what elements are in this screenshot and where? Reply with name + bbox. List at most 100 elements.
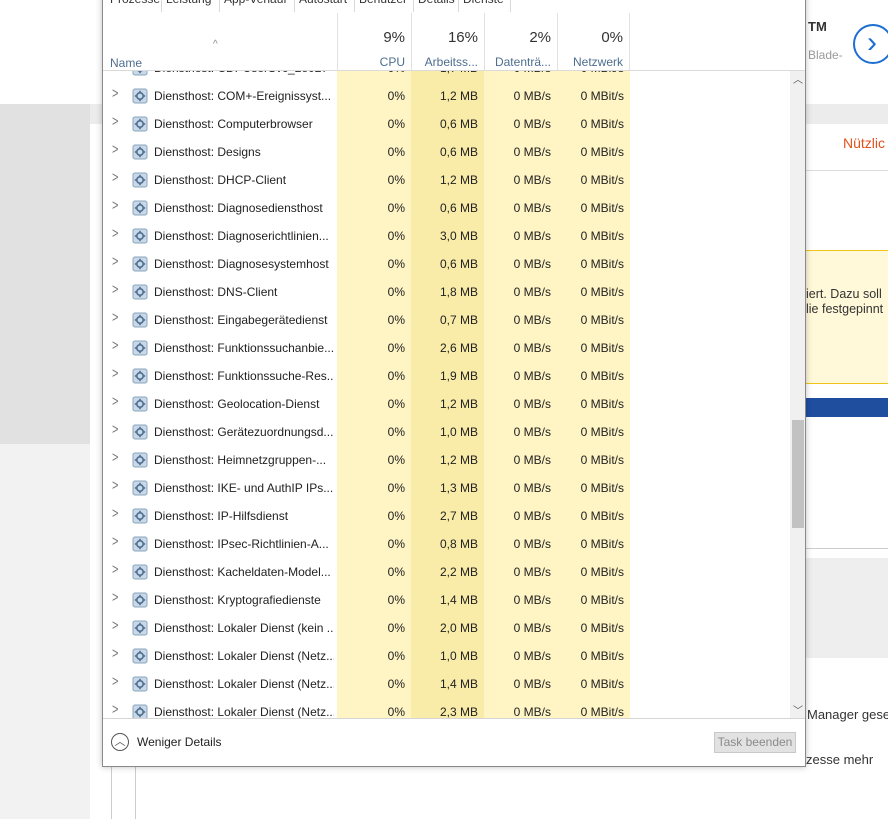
process-cpu: 0% xyxy=(387,593,405,607)
process-cpu: 0% xyxy=(387,89,405,103)
process-row[interactable]: > Diensthost: Lokaler Dienst (Netz... 0% 2,… xyxy=(103,698,790,718)
process-memory: 2,2 MB xyxy=(439,565,478,579)
vertical-scrollbar[interactable]: ︿ ﹀ xyxy=(790,71,805,718)
expand-chevron-icon[interactable]: > xyxy=(112,674,118,690)
process-row[interactable]: > Diensthost: DNS-Client 0% 1,8 MB 0 MB/s 0 M… xyxy=(103,278,790,306)
expand-chevron-icon[interactable]: > xyxy=(112,506,118,522)
process-disk: 0 MB/s xyxy=(513,565,551,579)
chevron-up-circle-icon[interactable]: ︿ xyxy=(111,733,129,751)
expand-chevron-icon[interactable]: > xyxy=(112,226,118,242)
tab-users[interactable]: Benutzer xyxy=(355,0,414,12)
column-header-disk[interactable]: 2% Datenträ... xyxy=(484,13,557,70)
process-row[interactable]: > Diensthost: Lokaler Dienst (kein ... 0% 2… xyxy=(103,614,790,642)
process-row[interactable]: > Diensthost: Eingabegerätedienst 0% 0,7 MB… xyxy=(103,306,790,334)
expand-chevron-icon[interactable]: > xyxy=(112,282,118,298)
scroll-up-icon[interactable]: ︿ xyxy=(793,71,803,86)
service-gear-icon xyxy=(132,480,148,496)
tab-processes[interactable]: Prozesse xyxy=(106,0,162,12)
expand-chevron-icon[interactable]: > xyxy=(112,86,118,102)
expand-chevron-icon[interactable]: > xyxy=(112,254,118,270)
tab-details[interactable]: Details xyxy=(414,0,459,12)
process-cpu: 0% xyxy=(387,481,405,495)
expand-chevron-icon[interactable]: > xyxy=(112,114,118,130)
process-row[interactable]: > Diensthost: IKE- und AuthIP IPs... 0% 1,3… xyxy=(103,474,790,502)
fewer-details-link[interactable]: Weniger Details xyxy=(137,735,221,749)
chevron-right-icon[interactable]: › xyxy=(853,24,888,64)
background-divider xyxy=(806,548,888,549)
process-network: 0 MBit/s xyxy=(580,453,624,467)
service-gear-icon xyxy=(132,71,148,76)
process-row[interactable]: > Diensthost: Geolocation-Dienst 0% 1,2 MB 0… xyxy=(103,390,790,418)
expand-chevron-icon[interactable]: > xyxy=(112,170,118,186)
process-row[interactable]: > Diensthost: CDPUserSvc_2e027 0% 1,7 MB 0 M… xyxy=(103,71,790,82)
process-row[interactable]: > Diensthost: Lokaler Dienst (Netz... 0% 1,… xyxy=(103,670,790,698)
process-list: > Diensthost: CDPUserSvc_2e027 0% 1,7 MB 0 M… xyxy=(103,71,790,718)
expand-chevron-icon[interactable]: > xyxy=(112,646,118,662)
scrollbar-thumb[interactable] xyxy=(792,420,804,528)
footer-bar: ︿ Weniger Details Task beenden xyxy=(103,718,805,766)
process-cpu: 0% xyxy=(343,71,405,75)
process-network: 0 MBit/s xyxy=(580,145,624,159)
process-row[interactable]: > Diensthost: IPsec-Richtlinien-A... 0% 0,8… xyxy=(103,530,790,558)
process-row[interactable]: > Diensthost: Lokaler Dienst (Netz... 0% 1,… xyxy=(103,642,790,670)
process-cpu: 0% xyxy=(387,313,405,327)
process-row[interactable]: > Diensthost: Funktionssuche-Res... 0% 1,9 … xyxy=(103,362,790,390)
process-name: Diensthost: IPsec-Richtlinien-A... xyxy=(154,537,329,551)
column-header-memory[interactable]: 16% Arbeitss... xyxy=(411,13,484,70)
expand-chevron-icon[interactable]: > xyxy=(112,310,118,326)
expand-chevron-icon[interactable]: > xyxy=(112,702,118,718)
expand-chevron-icon[interactable]: > xyxy=(112,422,118,438)
expand-chevron-icon[interactable]: > xyxy=(112,534,118,550)
column-header-network[interactable]: 0% Netzwerk xyxy=(557,13,630,70)
process-row[interactable]: > Diensthost: Kryptografiedienste 0% 1,4 MB… xyxy=(103,586,790,614)
process-row[interactable]: > Diensthost: Kacheldaten-Model... 0% 2,2 M… xyxy=(103,558,790,586)
expand-chevron-icon[interactable]: > xyxy=(112,338,118,354)
end-task-button[interactable]: Task beenden xyxy=(714,732,796,753)
process-cpu: 0% xyxy=(387,705,405,718)
process-row[interactable]: > Diensthost: Gerätezuordnungsd... 0% 1,0 M… xyxy=(103,418,790,446)
process-memory: 0,6 MB xyxy=(439,201,478,215)
process-memory: 3,0 MB xyxy=(439,229,478,243)
expand-chevron-icon[interactable]: > xyxy=(112,478,118,494)
process-row[interactable]: > Diensthost: COM+-Ereignissyst... 0% 1,2 M… xyxy=(103,82,790,110)
process-row[interactable]: > Diensthost: Diagnoserichtlinien... 0% 3,0… xyxy=(103,222,790,250)
scroll-down-icon[interactable]: ﹀ xyxy=(793,702,803,717)
process-row[interactable]: > Diensthost: IP-Hilfsdienst 0% 2,7 MB 0 MB/… xyxy=(103,502,790,530)
memory-total-percent: 16% xyxy=(447,29,478,46)
process-row[interactable]: > Diensthost: Diagnosediensthost 0% 0,6 MB 0… xyxy=(103,194,790,222)
expand-chevron-icon[interactable]: > xyxy=(112,198,118,214)
process-disk: 0 MB/s xyxy=(513,145,551,159)
column-header-row: ^ Name 9% CPU 16% Arbeitss... 2% Datentr… xyxy=(103,13,805,71)
process-memory: 0,7 MB xyxy=(439,313,478,327)
process-cpu: 0% xyxy=(387,117,405,131)
expand-chevron-icon[interactable]: > xyxy=(112,562,118,578)
process-row[interactable]: > Diensthost: Funktionssuchanbie... 0% 2,6 … xyxy=(103,334,790,362)
process-disk: 0 MB/s xyxy=(513,453,551,467)
expand-chevron-icon[interactable]: > xyxy=(112,366,118,382)
process-row[interactable]: > Diensthost: Designs 0% 0,6 MB 0 MB/s 0 MBit… xyxy=(103,138,790,166)
cpu-column-label: CPU xyxy=(379,55,405,69)
expand-chevron-icon[interactable]: > xyxy=(112,142,118,158)
process-row[interactable]: > Diensthost: DHCP-Client 0% 1,2 MB 0 MB/s 0 … xyxy=(103,166,790,194)
process-row[interactable]: > Diensthost: Heimnetzgruppen-... 0% 1,2 MB… xyxy=(103,446,790,474)
process-row[interactable]: > Diensthost: Computerbrowser 0% 0,6 MB 0 MB… xyxy=(103,110,790,138)
tab-app-history[interactable]: App-Verlauf xyxy=(220,0,295,12)
process-row[interactable]: > Diensthost: Diagnosesystemhost 0% 0,6 MB 0… xyxy=(103,250,790,278)
service-gear-icon xyxy=(132,172,148,188)
tab-services[interactable]: Dienste xyxy=(459,0,511,12)
service-gear-icon xyxy=(132,116,148,132)
column-header-name[interactable]: Name xyxy=(110,56,142,70)
service-gear-icon xyxy=(132,228,148,244)
column-header-cpu[interactable]: 9% CPU xyxy=(337,13,411,70)
tab-performance[interactable]: Leistung xyxy=(162,0,220,12)
process-name: Diensthost: Diagnosediensthost xyxy=(154,201,323,215)
expand-chevron-icon[interactable]: > xyxy=(112,394,118,410)
expand-chevron-icon[interactable]: > xyxy=(112,590,118,606)
expand-chevron-icon[interactable]: > xyxy=(112,450,118,466)
service-gear-icon xyxy=(132,536,148,552)
tab-startup[interactable]: Autostart xyxy=(295,0,355,12)
expand-chevron-icon[interactable]: > xyxy=(112,71,118,74)
background-useful-link[interactable]: Nützlic xyxy=(843,135,885,151)
process-disk: 0 MB/s xyxy=(513,201,551,215)
expand-chevron-icon[interactable]: > xyxy=(112,618,118,634)
